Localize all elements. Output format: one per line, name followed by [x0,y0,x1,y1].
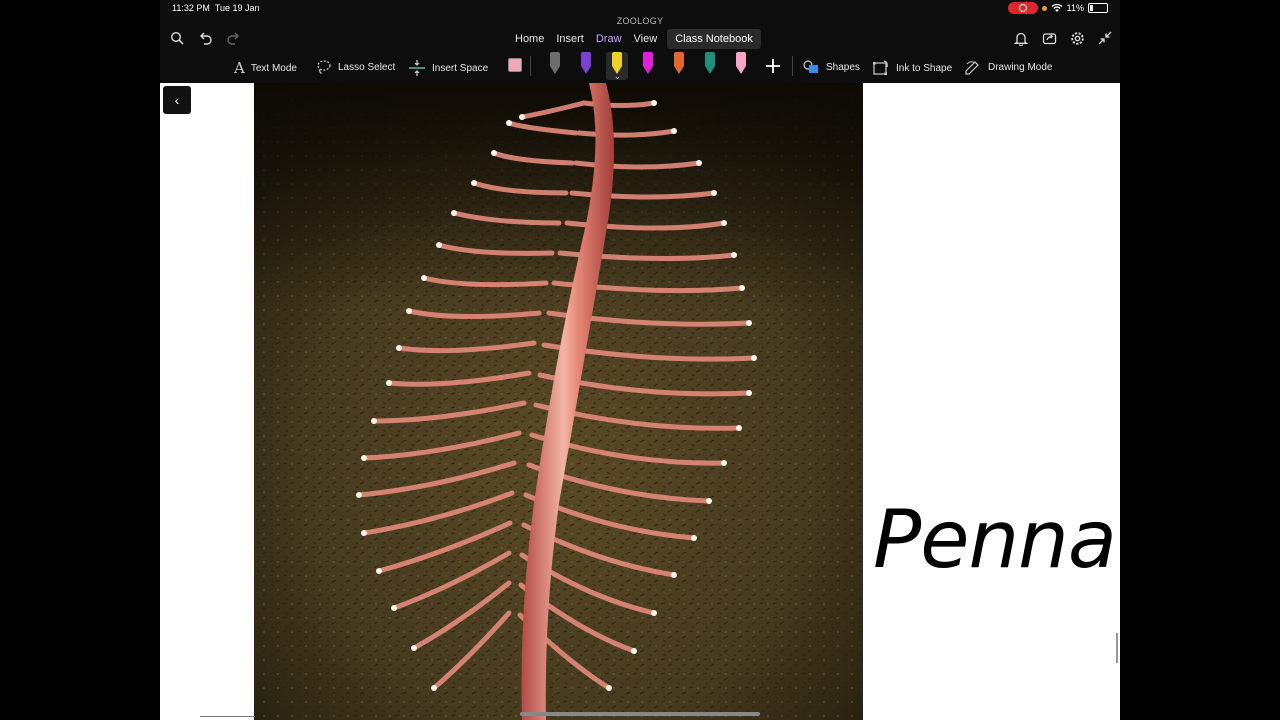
lasso-select-button[interactable]: Lasso Select [316,59,395,75]
add-pen-button[interactable] [764,57,782,75]
text-mode-icon: A [234,59,245,77]
app-title: ZOOLOGY [616,16,664,26]
status-date: Tue 19 Jan [214,3,260,13]
pen-tip-icon [705,66,715,74]
collapse-arrows-icon [1098,31,1112,45]
pen-tip-icon [674,66,684,74]
pen-orange-swatch [674,52,684,66]
tab-draw[interactable]: Draw [590,29,628,49]
battery-percent: 11% [1066,3,1084,13]
shapes-icon [803,60,818,73]
pen-pink[interactable] [730,52,752,80]
share-icon [1042,33,1056,45]
toolbar-divider [792,56,793,76]
pen-tip-icon [581,66,591,74]
screen-record-indicator[interactable] [1007,2,1038,14]
tab-view[interactable]: View [628,29,664,49]
page-heading-text[interactable]: Pennat [873,493,1120,586]
ink-to-shape-icon [873,60,888,75]
pen-pink-swatch [736,52,746,66]
tab-insert[interactable]: Insert [550,29,590,49]
left-toolbar [166,27,244,49]
shapes-label: Shapes [826,61,860,73]
pen-palette: ⌄ [544,52,752,82]
share-button[interactable] [1038,27,1060,49]
search-button[interactable] [166,27,188,49]
pen-tip-icon [550,66,560,74]
drawing-mode-label: Drawing Mode [988,61,1053,73]
status-bar: 11:32 PM Tue 19 Jan 11% ZOOLOGY [160,0,1120,26]
pen-yellow[interactable]: ⌄ [606,52,628,81]
collapse-fullscreen-button[interactable] [1094,27,1116,49]
redo-icon [226,32,239,45]
pen-teal[interactable] [699,52,721,80]
pen-tip-icon [736,66,746,74]
status-right: 11% [1007,2,1108,14]
insert-space-label: Insert Space [432,62,489,74]
ipad-screen: 11:32 PM Tue 19 Jan 11% ZOOLOGY Home Ins… [160,0,1120,720]
ribbon-top: Home Insert Draw View Class Notebook [160,26,1120,50]
search-icon [170,31,184,45]
status-time: 11:32 PM [172,3,210,13]
wifi-icon [1051,3,1063,12]
pen-purple[interactable] [575,52,597,80]
eraser-icon [508,58,522,72]
back-button[interactable]: ‹ [163,86,191,114]
bell-icon [1014,32,1028,46]
sea-pen-photo[interactable] [254,83,863,720]
redo-button[interactable] [222,27,244,49]
gear-icon [1070,31,1084,45]
record-icon [1018,4,1027,12]
toolbar-divider [530,56,531,76]
pen-magenta-swatch [643,52,653,66]
chevron-down-icon: ⌄ [614,72,621,81]
insert-space-icon [409,60,425,76]
status-time-date: 11:32 PM Tue 19 Jan [172,3,260,13]
pen-magenta[interactable] [637,52,659,80]
pen-teal-swatch [705,52,715,66]
right-toolbar [1010,27,1116,49]
text-mode-button[interactable]: A Text Mode [234,59,297,77]
lasso-icon [317,60,331,75]
home-indicator[interactable] [520,712,760,716]
chevron-left-icon: ‹ [174,92,180,108]
pen-purple-swatch [581,52,591,66]
tab-home[interactable]: Home [509,29,550,49]
pen-gray-swatch [550,52,560,66]
ribbon-tabs: Home Insert Draw View Class Notebook [509,29,761,49]
ink-to-shape-label: Ink to Shape [896,62,953,74]
tab-class-notebook[interactable]: Class Notebook [667,29,761,49]
pen-orange[interactable] [668,52,690,80]
drawing-mode-icon [965,61,979,75]
undo-icon [199,32,212,45]
shapes-button[interactable]: Shapes [802,59,860,75]
undo-button[interactable] [194,27,216,49]
horizontal-scrollbar[interactable] [200,716,255,717]
lasso-select-label: Lasso Select [338,61,396,73]
drawing-mode-button[interactable]: Drawing Mode [964,59,1052,75]
draw-toolbar: A Text Mode Lasso Select Insert Space ⌄ [160,52,1120,82]
battery-icon [1088,3,1108,13]
pen-gray[interactable] [544,52,566,80]
notifications-button[interactable] [1010,27,1032,49]
text-mode-label: Text Mode [250,62,297,74]
vertical-scrollbar[interactable] [1116,633,1118,663]
plus-icon [766,59,780,73]
eraser-button[interactable] [508,58,522,72]
mic-indicator-icon [1041,5,1047,11]
ink-to-shape-button[interactable]: Ink to Shape [872,59,952,77]
notebook-page-canvas[interactable]: ‹ Pennat [160,83,1120,720]
settings-button[interactable] [1066,27,1088,49]
pen-yellow-swatch [612,52,622,66]
pen-tip-icon [643,66,653,74]
insert-space-button[interactable]: Insert Space [408,59,488,77]
